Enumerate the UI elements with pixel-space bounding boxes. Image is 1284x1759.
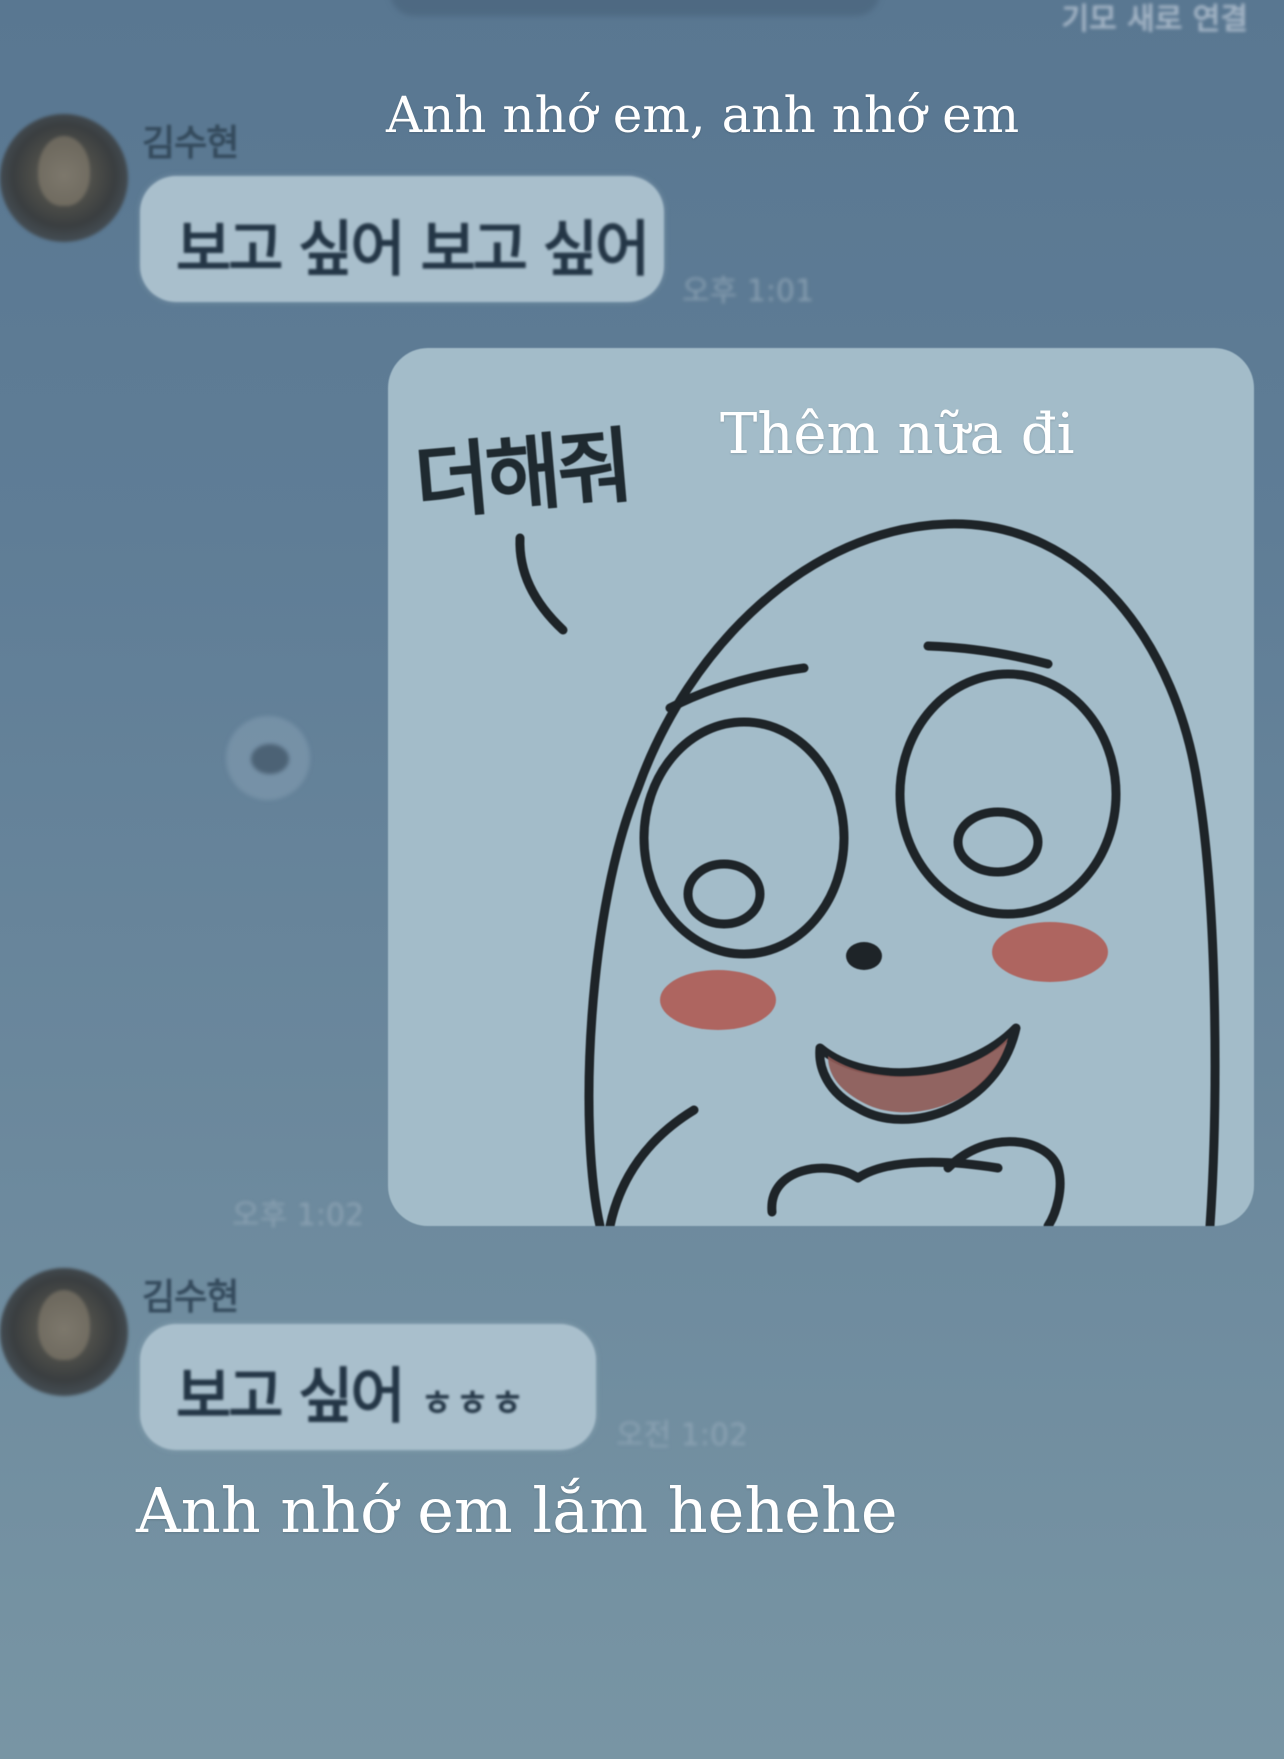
caption-top: Anh nhớ em, anh nhớ em [386,86,1020,144]
message-text-suffix: ㅎㅎㅎ [420,1383,526,1425]
header-faded-text: 기모 새로 연결 [1061,2,1249,37]
avatar[interactable] [0,1268,128,1396]
message-time: 오전 1:02 [616,1418,749,1453]
message-text: 보고 싶어 ㅎㅎㅎ [176,1362,526,1432]
caption-sticker: Thêm nữa đi [720,402,1075,467]
sender-name: 김수현 [142,1277,239,1318]
chat-screen: 기모 새로 연결 김수현 보고 싶어 보고 싶어 오후 1:01 더해줘 오후 … [0,0,1284,1759]
reaction-bubble-icon[interactable] [226,716,310,800]
avatar[interactable] [0,114,128,242]
sticker-character-icon [515,519,1220,1226]
sender-name: 김수현 [142,123,239,164]
message-text: 보고 싶어 보고 싶어 [176,215,650,285]
message-time: 오후 1:01 [682,274,815,309]
header-bar [390,0,880,16]
sticker-message[interactable]: 더해줘 [388,348,1254,1226]
sticker-time: 오후 1:02 [232,1198,365,1233]
caption-bottom: Anh nhớ em lắm hehehe [136,1474,898,1547]
